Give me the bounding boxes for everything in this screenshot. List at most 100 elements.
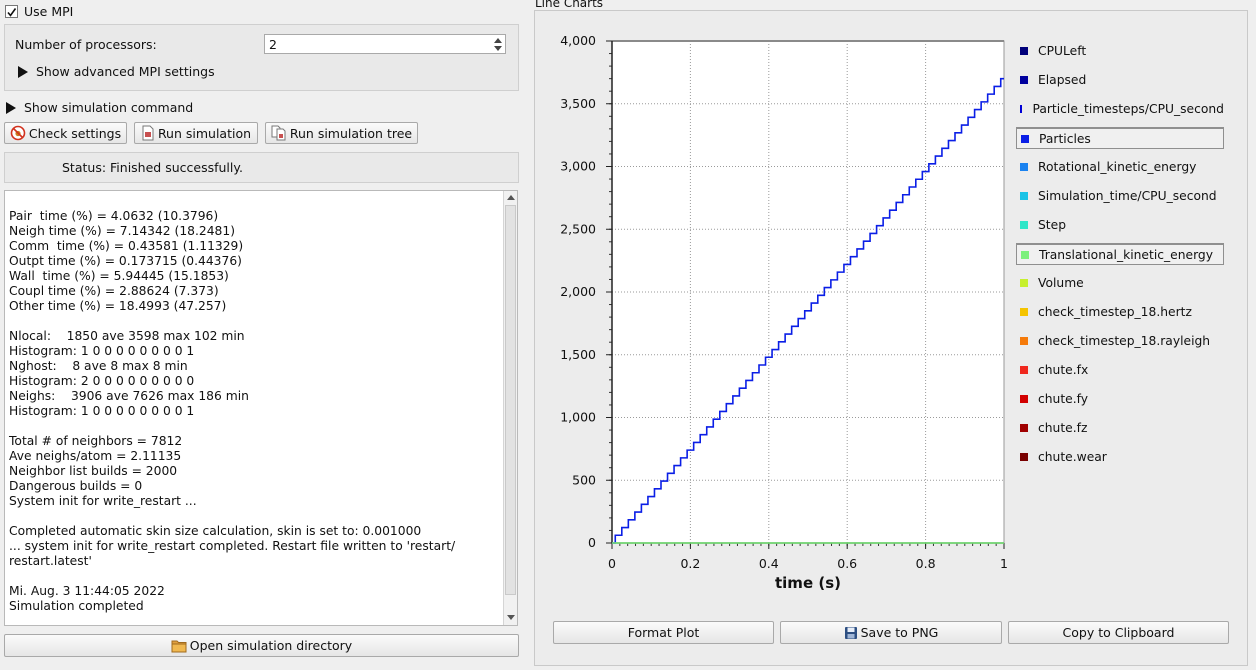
legend-swatch — [1020, 163, 1028, 171]
chart-panel-title: Line Charts — [535, 0, 604, 10]
check-settings-button[interactable]: Check settings — [4, 122, 127, 144]
legend-swatch — [1020, 76, 1028, 84]
copy-to-clipboard-button[interactable]: Copy to Clipboard — [1008, 621, 1229, 644]
y-tick-label: 2,500 — [560, 221, 596, 236]
check-settings-label: Check settings — [28, 125, 122, 141]
folder-icon — [171, 639, 187, 653]
document-icon — [141, 125, 155, 141]
legend-item[interactable]: Particles — [1016, 127, 1224, 149]
legend-swatch — [1020, 47, 1028, 55]
no-bug-icon — [10, 125, 26, 141]
scroll-thumb[interactable] — [505, 205, 516, 595]
floppy-disk-icon — [844, 626, 858, 640]
x-axis-label: time (s) — [775, 574, 841, 592]
x-tick-label: 0.2 — [680, 556, 700, 571]
processors-label: Number of processors: — [15, 37, 157, 52]
processors-value: 2 — [269, 37, 277, 52]
open-simulation-directory-button[interactable]: Open simulation directory — [4, 634, 519, 657]
y-tick-label: 0 — [588, 535, 596, 550]
legend-item[interactable]: check_timestep_18.hertz — [1016, 301, 1224, 323]
legend-item[interactable]: Volume — [1016, 272, 1224, 294]
document-tree-icon — [271, 125, 287, 141]
legend-label: Particle_timesteps/CPU_second — [1032, 102, 1224, 116]
y-tick-label: 2,000 — [560, 284, 596, 299]
legend-label: Rotational_kinetic_energy — [1038, 160, 1197, 174]
legend-label: chute.wear — [1038, 450, 1107, 464]
x-tick-label: 0.4 — [759, 556, 779, 571]
legend-swatch — [1020, 192, 1028, 200]
legend-label: chute.fy — [1038, 392, 1089, 406]
expand-arrow-icon — [18, 65, 28, 78]
y-tick-label: 3,000 — [560, 159, 596, 174]
legend-label: Particles — [1039, 131, 1091, 146]
legend-label: Simulation_time/CPU_second — [1038, 189, 1217, 203]
use-mpi-checkbox[interactable] — [5, 5, 18, 18]
use-mpi-label: Use MPI — [24, 4, 74, 19]
legend-label: chute.fz — [1038, 421, 1088, 435]
legend-item[interactable]: Translational_kinetic_energy — [1016, 243, 1224, 265]
advanced-mpi-toggle[interactable]: Show advanced MPI settings — [18, 64, 215, 79]
scroll-up-icon[interactable] — [507, 195, 515, 200]
legend-swatch — [1020, 424, 1028, 432]
scroll-down-icon[interactable] — [507, 615, 515, 620]
legend-swatch — [1021, 134, 1029, 143]
output-log[interactable]: Pair time (%) = 4.0632 (10.3796) Neigh t… — [4, 190, 518, 626]
checkmark-icon — [7, 8, 17, 17]
y-axis: 0 500 1,000 1,500 2,000 2,500 3,000 3,500 4,000 — [560, 33, 613, 550]
legend-item[interactable]: Step — [1016, 214, 1224, 236]
processors-spinbox[interactable]: 2 — [264, 34, 506, 54]
x-tick-label: 1 — [1000, 556, 1008, 571]
run-simulation-button[interactable]: Run simulation — [134, 122, 258, 144]
expand-arrow-icon — [6, 101, 16, 114]
save-to-png-button[interactable]: Save to PNG — [780, 621, 1002, 644]
legend-swatch — [1020, 453, 1028, 461]
legend-item[interactable]: Particle_timesteps/CPU_second — [1016, 98, 1224, 120]
legend-item[interactable]: Elapsed — [1016, 69, 1224, 91]
legend-label: Volume — [1038, 276, 1084, 290]
show-command-toggle[interactable]: Show simulation command — [6, 100, 193, 115]
legend-label: CPULeft — [1038, 44, 1087, 58]
legend-swatch — [1020, 337, 1028, 345]
run-simulation-label: Run simulation — [157, 125, 252, 141]
legend-swatch — [1020, 105, 1023, 113]
advanced-mpi-label: Show advanced MPI settings — [36, 64, 215, 79]
legend-item[interactable]: Rotational_kinetic_energy — [1016, 156, 1224, 178]
y-tick-label: 1,500 — [560, 347, 596, 362]
run-simulation-tree-label: Run simulation tree — [289, 125, 413, 141]
legend-label: Step — [1038, 218, 1066, 232]
legend-item[interactable]: chute.fy — [1016, 388, 1224, 410]
legend-item[interactable]: check_timestep_18.rayleigh — [1016, 330, 1224, 352]
spin-up-icon[interactable] — [494, 38, 502, 43]
x-tick-label: 0 — [608, 556, 616, 571]
copy-to-clipboard-label: Copy to Clipboard — [1062, 625, 1175, 640]
legend-label: check_timestep_18.rayleigh — [1038, 334, 1211, 348]
legend-label: Elapsed — [1038, 73, 1087, 87]
legend-item[interactable]: Simulation_time/CPU_second — [1016, 185, 1224, 207]
legend-swatch — [1020, 279, 1028, 287]
log-scrollbar[interactable] — [503, 191, 517, 625]
legend-item[interactable]: chute.fx — [1016, 359, 1224, 381]
legend-swatch — [1021, 250, 1029, 259]
format-plot-button[interactable]: Format Plot — [553, 621, 774, 644]
legend-item[interactable]: chute.wear — [1016, 446, 1224, 468]
y-tick-label: 1,000 — [560, 410, 596, 425]
open-simulation-directory-label: Open simulation directory — [189, 638, 353, 653]
y-tick-label: 4,000 — [560, 33, 596, 48]
splitter-handle[interactable] — [524, 0, 530, 670]
legend-label: check_timestep_18.hertz — [1038, 305, 1192, 319]
legend-label: chute.fx — [1038, 363, 1089, 377]
legend-swatch — [1020, 308, 1028, 316]
legend-item[interactable]: chute.fz — [1016, 417, 1224, 439]
legend-swatch — [1020, 366, 1028, 374]
y-tick-label: 3,500 — [560, 96, 596, 111]
spin-down-icon[interactable] — [494, 46, 502, 51]
save-to-png-label: Save to PNG — [860, 625, 939, 640]
x-tick-label: 0.6 — [837, 556, 857, 571]
show-command-label: Show simulation command — [24, 100, 194, 115]
y-tick-label: 500 — [572, 472, 596, 487]
legend-item[interactable]: CPULeft — [1016, 40, 1224, 62]
status-text: Status: Finished successfully. — [62, 160, 243, 175]
legend-swatch — [1020, 395, 1028, 403]
run-simulation-tree-button[interactable]: Run simulation tree — [265, 122, 418, 144]
legend-swatch — [1020, 221, 1028, 229]
